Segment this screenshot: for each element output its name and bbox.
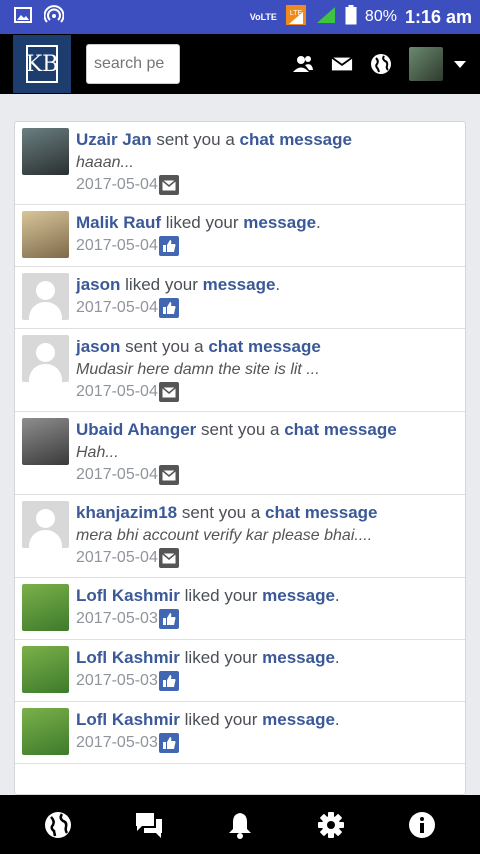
notification-item[interactable]: Lofl Kashmir liked your message. 2017-05… — [15, 702, 465, 764]
lte-icon: LTE — [285, 4, 307, 31]
notification-item[interactable]: Lofl Kashmir liked your message. 2017-05… — [15, 640, 465, 702]
hotspot-icon — [43, 4, 65, 30]
notification-item[interactable]: Malik Rauf liked your message. 2017-05-0… — [15, 205, 465, 267]
thumbs-up-icon — [158, 609, 179, 629]
mail-icon — [158, 175, 179, 195]
mail-icon — [158, 382, 179, 402]
notification-date: 2017-05-04 — [76, 466, 158, 483]
notification-object[interactable]: message — [262, 710, 335, 729]
notifications-panel: Uzair Jan sent you a chat message haaan.… — [14, 121, 466, 795]
avatar[interactable] — [22, 584, 69, 631]
notification-user[interactable]: Lofl Kashmir — [76, 586, 180, 605]
notification-preview: mera bhi account verify kar please bhai.… — [76, 527, 373, 544]
thumbs-up-icon — [158, 236, 179, 256]
avatar[interactable] — [22, 418, 69, 465]
notification-preview: Hah... — [76, 444, 119, 461]
notification-action: liked your — [165, 213, 239, 232]
notification-action: liked your — [125, 275, 198, 294]
notification-preview: haaan... — [76, 154, 134, 171]
friends-icon[interactable] — [292, 53, 314, 75]
notification-action: sent you a — [125, 337, 204, 356]
notification-date: 2017-05-04 — [76, 383, 158, 400]
notification-date: 2017-05-04 — [76, 299, 158, 316]
notification-date: 2017-05-03 — [76, 610, 158, 627]
notification-object[interactable]: message — [262, 586, 335, 605]
search-input[interactable] — [86, 44, 180, 84]
notification-object[interactable]: chat message — [208, 337, 320, 356]
mail-icon — [158, 548, 179, 568]
status-bar: VoLTE LTE 80% 1:16 am — [0, 0, 480, 34]
notification-user[interactable]: jason — [76, 275, 120, 294]
notification-user[interactable]: Ubaid Ahanger — [76, 420, 196, 439]
notification-date: 2017-05-04 — [76, 549, 158, 566]
avatar[interactable] — [22, 211, 69, 258]
mail-icon[interactable] — [331, 53, 353, 75]
bell-icon[interactable] — [225, 810, 255, 840]
mail-icon — [158, 465, 179, 485]
notification-user[interactable]: Uzair Jan — [76, 130, 152, 149]
avatar[interactable] — [22, 646, 69, 693]
globe-icon[interactable] — [370, 53, 392, 75]
notification-preview: Mudasir here damn the site is lit ... — [76, 361, 320, 378]
notification-object[interactable]: message — [203, 275, 276, 294]
notification-suffix: . — [275, 275, 281, 294]
globe-icon[interactable] — [43, 810, 73, 840]
notification-suffix: . — [316, 213, 321, 232]
notification-object[interactable]: chat message — [265, 503, 377, 522]
gallery-icon — [14, 6, 32, 29]
notification-user[interactable]: jason — [76, 337, 120, 356]
notification-action: sent you a — [156, 130, 235, 149]
battery-percentage: 80% — [364, 8, 397, 25]
notification-object[interactable]: message — [243, 213, 316, 232]
notification-suffix: . — [334, 710, 340, 729]
notification-object[interactable]: chat message — [284, 420, 396, 439]
avatar[interactable] — [22, 501, 69, 548]
notification-user[interactable]: Lofl Kashmir — [76, 648, 180, 667]
notification-user[interactable]: khanjazim18 — [76, 503, 177, 522]
notification-suffix: . — [334, 648, 340, 667]
site-logo[interactable]: KB — [13, 35, 71, 93]
notification-user[interactable]: Lofl Kashmir — [76, 710, 180, 729]
notification-date: 2017-05-03 — [76, 672, 158, 689]
logo-text: KB — [26, 45, 58, 83]
notification-suffix: . — [334, 586, 340, 605]
notification-action: liked your — [184, 648, 258, 667]
notification-item[interactable]: Lofl Kashmir liked your message. 2017-05… — [15, 578, 465, 640]
avatar[interactable] — [22, 335, 69, 382]
notification-object[interactable]: message — [262, 648, 335, 667]
notification-item[interactable]: jason liked your message. 2017-05-04 — [15, 267, 465, 329]
notification-item[interactable]: khanjazim18 sent you a chat message mera… — [15, 495, 465, 578]
notification-action: liked your — [184, 586, 258, 605]
avatar[interactable] — [22, 273, 69, 320]
user-avatar[interactable] — [409, 47, 443, 81]
thumbs-up-icon — [158, 671, 179, 691]
notification-object[interactable]: chat message — [240, 130, 352, 149]
avatar[interactable] — [22, 708, 69, 755]
info-icon[interactable] — [407, 810, 437, 840]
notification-action: sent you a — [181, 503, 261, 522]
chevron-down-icon[interactable] — [454, 60, 466, 68]
avatar[interactable] — [22, 128, 69, 175]
notification-item[interactable]: jason sent you a chat message Mudasir he… — [15, 329, 465, 412]
chat-icon[interactable] — [134, 810, 164, 840]
notification-action: liked your — [184, 710, 258, 729]
clock: 1:16 am — [404, 6, 472, 27]
thumbs-up-icon — [158, 298, 179, 318]
notification-item[interactable]: Uzair Jan sent you a chat message haaan.… — [15, 122, 465, 205]
notification-date: 2017-05-04 — [76, 176, 158, 193]
gear-icon[interactable] — [316, 810, 346, 840]
notification-date: 2017-05-04 — [76, 237, 158, 254]
notification-user[interactable]: Malik Rauf — [76, 213, 161, 232]
signal-icon — [315, 5, 337, 30]
notification-action: sent you a — [201, 420, 280, 439]
battery-icon — [345, 4, 357, 30]
volte-label: VoLTE — [249, 12, 277, 22]
top-navbar: KB — [0, 34, 480, 94]
thumbs-up-icon — [158, 733, 179, 753]
notification-item[interactable]: Ubaid Ahanger sent you a chat message Ha… — [15, 412, 465, 495]
notification-date: 2017-05-03 — [76, 734, 158, 751]
bottom-navbar — [0, 795, 480, 854]
